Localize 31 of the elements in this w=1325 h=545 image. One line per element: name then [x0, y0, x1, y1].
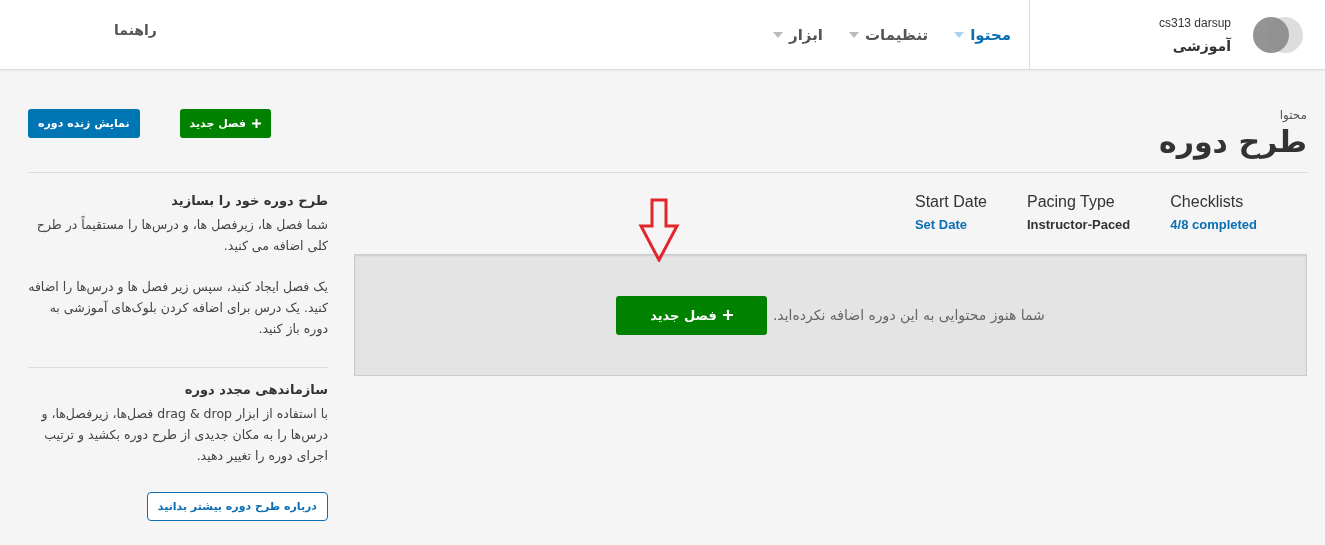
- empty-message: شما هنوز محتوایی به این دوره اضافه نکرده‌اید.: [772, 307, 1045, 323]
- course-org: cs313 darsup: [1158, 15, 1231, 30]
- plus-icon: [722, 310, 733, 320]
- sidebar-paragraph: شما فصل ها، زیرفصل ها، و درس‌ها را مستقیماً در طرح کلی اضافه می کنید.: [35, 215, 328, 255]
- caret-icon: [848, 31, 859, 38]
- down-arrow-icon: [638, 197, 681, 262]
- view-live-button[interactable]: نمایش زنده دوره: [28, 109, 140, 138]
- plus-icon: [252, 119, 262, 128]
- logo-icon: [1251, 15, 1305, 54]
- meta-label: Checklists: [1170, 193, 1245, 211]
- caret-icon: [773, 31, 784, 38]
- nav-menu-item[interactable]: تنظیمات: [848, 25, 929, 44]
- caret-icon: [954, 31, 965, 38]
- course-name: آموزشی: [1171, 37, 1231, 54]
- breadcrumb: محتوا: [1278, 108, 1307, 122]
- page-title: طرح دوره: [1159, 124, 1307, 160]
- meta-label: Start Date: [914, 193, 987, 211]
- meta-link[interactable]: Set Date: [914, 217, 987, 232]
- help-link[interactable]: راهنما: [114, 21, 157, 38]
- sidebar-paragraph: با استفاده از ابزار drag & drop فصل‌ها، زیرفصل‌ها، و درس‌ها را به مکان جدیدی از طرح دوره بکشید و ترتیب اجرای دوره را تغییر دهید.: [40, 405, 328, 466]
- new-section-button[interactable]: فصل جدید: [179, 109, 272, 138]
- sidebar-paragraph: یک فصل ایجاد کنید، سپس زیر فصل ها و درس‌ها را اضافه کنید. یک درس برای اضافه کردن بلوک‌های آموزشی به دوره باز کنید.: [28, 278, 328, 339]
- meta-label: Pacing Type: [1027, 193, 1116, 211]
- nav-menu-item[interactable]: ابزار: [773, 25, 823, 44]
- learn-more-button[interactable]: درباره طرح دوره بیشتر بدانید: [146, 492, 328, 521]
- meta-link[interactable]: 4/8 completed: [1170, 217, 1257, 232]
- sidebar-heading: طرح دوره خود را بسازید: [170, 193, 328, 208]
- new-section-button[interactable]: فصل جدید: [616, 295, 767, 335]
- nav-menu-item[interactable]: محتوا: [954, 25, 1011, 44]
- sidebar-heading: سازماندهی مجدد دوره: [183, 382, 328, 397]
- meta-value: Instructor-Paced: [1027, 217, 1131, 232]
